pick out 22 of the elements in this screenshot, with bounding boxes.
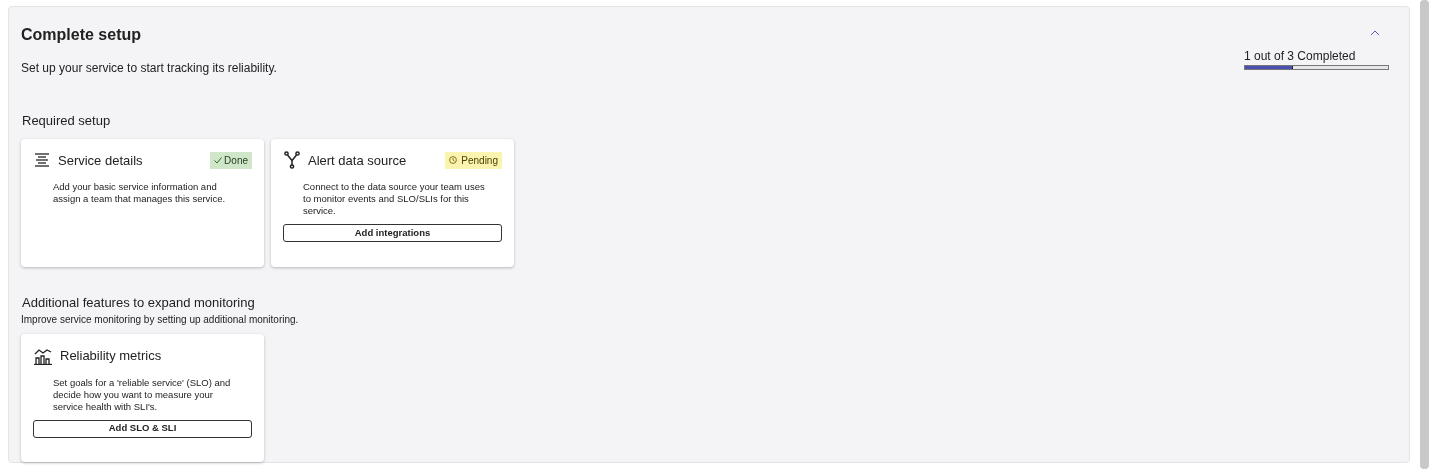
done-badge: Done: [210, 151, 252, 169]
list-icon: [34, 153, 50, 168]
check-icon: [214, 156, 223, 164]
section-title: Additional features to expand monitoring: [22, 293, 256, 312]
scrollbar[interactable]: [1420, 0, 1429, 469]
card-action-button[interactable]: Add integrations: [283, 224, 502, 242]
clock-icon: [449, 156, 458, 165]
card-title: Service details: [58, 151, 143, 170]
section-title: Required setup: [22, 112, 112, 130]
card-description: Set goals for a 'reliable service' (SLO) and decide how you want to measure your service health with SLI's.: [52, 376, 232, 413]
progress-label: 1 out of 3 Completed: [1244, 48, 1357, 65]
chevron-icon: [1370, 30, 1380, 36]
section-subtitle: Improve service monitoring by setting up additional monitoring.: [21, 313, 300, 327]
panel-subtitle: Set up your service to start tracking its reliability.: [21, 60, 277, 77]
card-title: Alert data source: [308, 151, 407, 170]
card-title: Reliability metrics: [60, 347, 162, 365]
pending-badge: Pending: [445, 151, 502, 169]
panel-title: Complete setup: [21, 25, 142, 45]
card-action-button[interactable]: Add SLO & SLI: [33, 419, 252, 438]
card-description: Connect to the data source your team uses to monitor events and SLO/SLIs for this service.: [302, 181, 486, 217]
card-description: Add your basic service information and assign a team that manages this service.: [52, 181, 227, 205]
fork-icon: [284, 151, 300, 170]
